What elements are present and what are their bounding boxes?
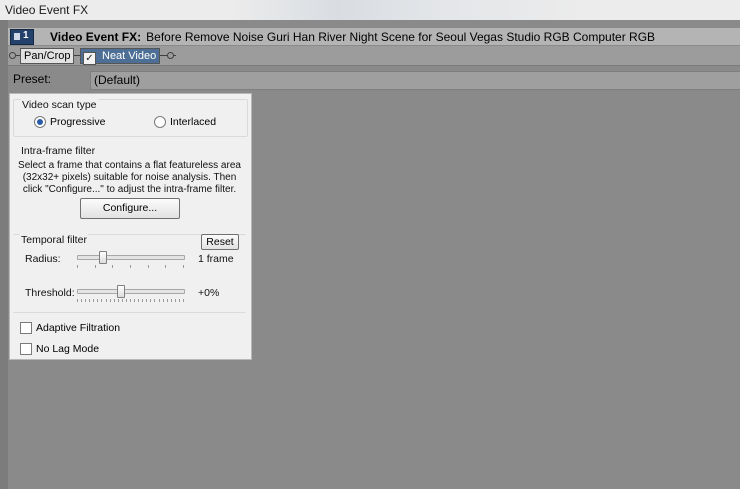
- adaptive-filtration-checkbox[interactable]: Adaptive Filtration: [20, 322, 120, 334]
- slider-tick: [112, 265, 114, 268]
- scan-type-title: Video scan type: [21, 99, 98, 111]
- slider-tick: [150, 299, 152, 302]
- threshold-slider-thumb[interactable]: [117, 285, 126, 298]
- slider-tick: [158, 299, 160, 302]
- slider-tick: [93, 299, 95, 302]
- slider-tick: [165, 265, 167, 268]
- radius-slider-track[interactable]: [77, 255, 185, 260]
- slider-tick: [113, 299, 115, 302]
- slider-tick: [81, 299, 83, 302]
- fx-header-prefix: Video Event FX:: [50, 30, 142, 44]
- slider-tick: [121, 299, 123, 302]
- preset-field[interactable]: (Default): [90, 71, 740, 90]
- slider-tick: [77, 299, 78, 302]
- intra-filter-title: Intra-frame filter: [20, 145, 97, 157]
- slider-tick: [89, 299, 91, 302]
- slider-tick: [109, 299, 111, 302]
- threshold-value: +0%: [198, 287, 220, 299]
- neat-video-panel: Video scan type Progressive Interlaced I…: [9, 93, 252, 360]
- slider-tick: [130, 265, 131, 268]
- reset-button[interactable]: Reset: [201, 234, 239, 250]
- scan-type-group: Video scan type Progressive Interlaced: [13, 99, 248, 137]
- intra-filter-description: Select a frame that contains a flat feat…: [18, 160, 241, 195]
- slider-tick: [178, 299, 180, 302]
- threshold-slider-track[interactable]: [77, 289, 185, 294]
- slider-tick: [105, 299, 107, 302]
- preset-bar: Preset: (Default): [8, 66, 740, 92]
- slider-tick: [138, 299, 140, 302]
- checkbox-label: Adaptive Filtration: [36, 322, 121, 334]
- radius-label: Radius:: [25, 253, 61, 265]
- slider-tick: [94, 265, 96, 268]
- divider: [13, 312, 246, 314]
- radio-label: Interlaced: [170, 116, 217, 128]
- window-title: Video Event FX: [5, 3, 89, 17]
- slider-tick: [170, 299, 172, 302]
- radius-value: 1 frame: [198, 253, 234, 265]
- event-fx-icon[interactable]: 1: [10, 29, 34, 45]
- left-strip: [0, 20, 8, 489]
- radio-interlaced[interactable]: Interlaced: [154, 116, 216, 128]
- slider-tick: [134, 299, 136, 302]
- plugin-pan-crop[interactable]: Pan/Crop: [20, 48, 75, 64]
- radio-on-icon: [34, 116, 46, 128]
- checkbox-box: [20, 322, 32, 334]
- slider-tick: [77, 265, 78, 268]
- checkmark-icon[interactable]: ✓: [83, 52, 96, 65]
- plugin-label: Pan/Crop: [24, 50, 71, 62]
- slider-tick: [101, 299, 103, 302]
- badge-glyph: [14, 33, 20, 40]
- slider-tick: [183, 299, 184, 302]
- preset-label: Preset:: [13, 72, 52, 86]
- chain-connector-icon: [9, 52, 16, 59]
- slider-tick: [97, 299, 99, 302]
- slider-tick: [117, 299, 119, 302]
- no-lag-mode-checkbox[interactable]: No Lag Mode: [20, 343, 99, 355]
- slider-tick: [146, 299, 148, 302]
- intra-filter-group: Intra-frame filter Select a frame that c…: [13, 145, 246, 225]
- slider-tick: [174, 299, 176, 302]
- chain-connector-icon: [167, 52, 174, 59]
- temporal-filter-title: Temporal filter: [20, 234, 88, 246]
- fx-header-label: Video Event FX: Before Remove Noise Guri …: [50, 30, 655, 44]
- threshold-label: Threshold:: [25, 287, 75, 299]
- slider-tick: [183, 265, 184, 268]
- title-bar: Video Event FX: [0, 0, 740, 21]
- plugin-chain: Pan/Crop ✓ Neat Video: [8, 46, 740, 66]
- radio-progressive[interactable]: Progressive: [34, 116, 105, 128]
- title-bar-background: [230, 0, 590, 20]
- clip-name: Before Remove Noise Guri Han River Night…: [146, 30, 656, 44]
- slider-tick: [85, 299, 87, 302]
- radius-slider-thumb[interactable]: [99, 251, 108, 264]
- plugin-neat-video[interactable]: ✓ Neat Video: [80, 48, 161, 65]
- radius-ticks: [77, 265, 185, 269]
- plugin-label: Neat Video: [102, 50, 157, 62]
- slider-tick: [162, 299, 164, 302]
- fx-header: 1 Video Event FX: Before Remove Noise Gur…: [8, 28, 740, 45]
- slider-tick: [142, 299, 144, 302]
- checkbox-label: No Lag Mode: [36, 343, 100, 355]
- slider-tick: [166, 299, 168, 302]
- temporal-filter-group: Temporal filter Reset Radius: 1 frame Th…: [13, 234, 246, 309]
- checkbox-box: [20, 343, 32, 355]
- slider-tick: [130, 299, 131, 302]
- badge-number: 1: [23, 30, 29, 41]
- radio-label: Progressive: [50, 116, 106, 128]
- threshold-ticks: [77, 299, 185, 303]
- slider-tick: [125, 299, 127, 302]
- slider-tick: [147, 265, 149, 268]
- slider-tick: [154, 299, 156, 302]
- configure-button[interactable]: Configure...: [80, 198, 180, 219]
- radio-off-icon: [154, 116, 166, 128]
